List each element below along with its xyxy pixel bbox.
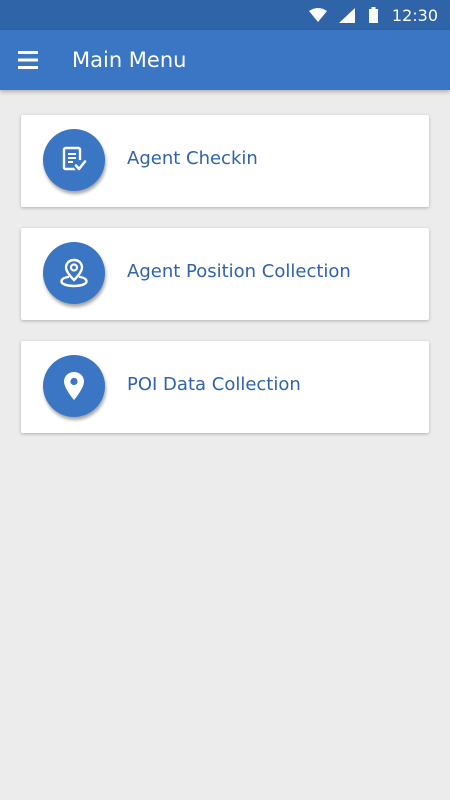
menu-item-agent-position-collection[interactable]: Agent Position Collection: [21, 228, 429, 320]
battery-icon: [368, 7, 378, 23]
wifi-icon: [308, 8, 327, 22]
menu-item-poi-data-collection[interactable]: POI Data Collection: [21, 341, 429, 433]
status-time: 12:30: [391, 5, 438, 25]
checklist-document-icon: [43, 129, 105, 191]
map-pin-on-ground-icon: [43, 242, 105, 304]
page-title: Main Menu: [72, 48, 187, 72]
map-pin-icon: [43, 355, 105, 417]
main-menu-list: Agent Checkin Agent Position Collection …: [21, 115, 429, 454]
menu-item-label: POI Data Collection: [127, 374, 301, 395]
status-icons: 12:30: [308, 0, 438, 30]
status-bar: 12:30: [0, 0, 450, 30]
menu-item-label: Agent Position Collection: [127, 261, 351, 282]
signal-icon: [338, 7, 355, 23]
hamburger-menu-icon[interactable]: [16, 48, 40, 72]
app-bar: Main Menu: [0, 30, 450, 90]
menu-item-agent-checkin[interactable]: Agent Checkin: [21, 115, 429, 207]
menu-item-label: Agent Checkin: [127, 148, 258, 169]
